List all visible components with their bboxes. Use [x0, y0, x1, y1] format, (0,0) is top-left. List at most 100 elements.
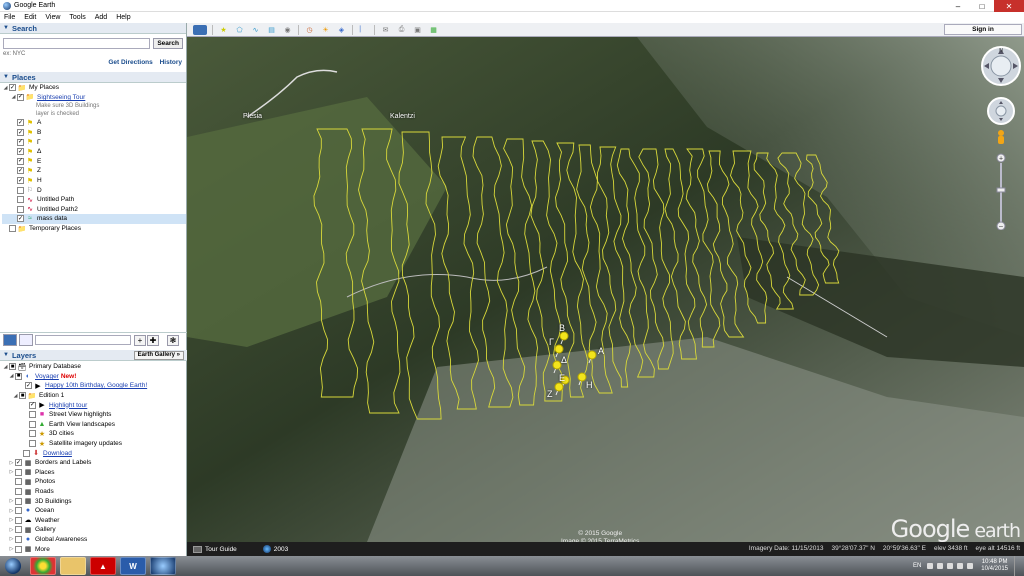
placemark-label-h[interactable]: H	[586, 380, 593, 390]
checkbox[interactable]: ✓	[17, 93, 24, 101]
tree-row-pin-e[interactable]: ✓ ⚑ E	[2, 157, 186, 167]
checkbox[interactable]: ✓	[15, 459, 22, 467]
historical-imagery-icon[interactable]: ◷	[304, 25, 315, 35]
place-label-plesia[interactable]: Plesia	[243, 113, 262, 120]
google-earth-taskbar-icon[interactable]	[150, 557, 176, 575]
checkbox[interactable]	[15, 478, 22, 486]
expand-icon[interactable]: ▷	[8, 546, 15, 552]
checkbox[interactable]	[17, 186, 24, 194]
checkbox[interactable]	[15, 488, 22, 496]
checkbox[interactable]	[15, 497, 22, 505]
tray-arrow-icon[interactable]	[927, 563, 934, 569]
folder-tools-button[interactable]: ❃	[167, 334, 179, 346]
layer-more[interactable]: ▷ ▦ More	[2, 544, 187, 554]
tree-row-pin-d2[interactable]: ⚐ D	[2, 185, 186, 195]
start-button[interactable]	[0, 556, 26, 576]
checkbox[interactable]: ■	[9, 363, 16, 371]
collapse-icon[interactable]: ◢	[2, 364, 9, 370]
checkbox[interactable]: ✓	[17, 177, 24, 185]
checkbox[interactable]	[15, 516, 22, 524]
layer-3d-buildings[interactable]: ▷ ▦ 3D Buildings	[2, 496, 187, 506]
checkbox[interactable]: ✓	[17, 129, 24, 137]
checkbox[interactable]: ■	[15, 372, 22, 380]
checkbox[interactable]: ✓	[17, 138, 24, 146]
placemark-label-e[interactable]: E	[559, 373, 565, 383]
menu-add[interactable]: Add	[95, 14, 107, 21]
flag-icon[interactable]	[937, 563, 944, 569]
historical-year[interactable]: 2003	[262, 545, 288, 553]
placemark-label-g[interactable]: Γ	[549, 337, 554, 347]
checkbox[interactable]	[15, 526, 22, 534]
menu-tools[interactable]: Tools	[69, 14, 85, 21]
expand-icon[interactable]: ▷	[8, 460, 15, 466]
record-tour-icon[interactable]: ◉	[282, 25, 293, 35]
tree-row-pin-h[interactable]: ✓ ⚑ H	[2, 176, 186, 186]
zoom-slider[interactable]: + –	[996, 153, 1006, 230]
tree-row-temporary-places[interactable]: 📁 Temporary Places	[2, 224, 186, 234]
layer-global-awareness[interactable]: ▷ ● Global Awareness	[2, 535, 187, 545]
checkbox[interactable]: ✓	[17, 157, 24, 165]
menu-edit[interactable]: Edit	[24, 14, 36, 21]
checkbox[interactable]	[29, 440, 36, 448]
show-desktop-button[interactable]	[1014, 556, 1020, 576]
toggle-panel-button[interactable]	[19, 334, 33, 346]
expand-icon[interactable]: ▷	[8, 469, 15, 475]
email-icon[interactable]: ✉	[380, 25, 391, 35]
layer-download[interactable]: ⬇ Download	[2, 448, 187, 458]
add-button[interactable]: +	[134, 334, 146, 346]
checkbox[interactable]: ■	[19, 392, 26, 400]
expand-icon[interactable]: ▷	[8, 508, 15, 514]
place-label-kalentzi[interactable]: Kalentzi	[390, 113, 415, 120]
checkbox[interactable]	[15, 535, 22, 543]
north-indicator[interactable]: N	[999, 48, 1003, 54]
layer-highlight-tour[interactable]: ✓ ▶ Highlight tour	[2, 400, 187, 410]
tree-row-my-places[interactable]: ◢ ✓ 📁 My Places	[2, 83, 186, 93]
menu-help[interactable]: Help	[116, 14, 130, 21]
checkbox[interactable]	[17, 196, 24, 204]
move-joystick[interactable]	[987, 97, 1015, 125]
view-in-maps-icon[interactable]: ▦	[428, 25, 439, 35]
layer-places[interactable]: ▷ ▦ Places	[2, 468, 187, 478]
add-path-icon[interactable]: ∿	[250, 25, 261, 35]
menu-file[interactable]: File	[4, 14, 15, 21]
checkbox[interactable]	[15, 507, 22, 515]
layer-photos[interactable]: ▦ Photos	[2, 477, 187, 487]
collapse-icon[interactable]: ◢	[10, 94, 17, 100]
layer-primary-database[interactable]: ◢ ■ 🗃 Primary Database	[2, 362, 187, 372]
chrome-taskbar-icon[interactable]	[30, 557, 56, 575]
satellite-map[interactable]: Plesia Kalentzi B Γ A Δ E H Z © 2015 Goo…	[187, 37, 1024, 545]
planets-icon[interactable]: ◈	[336, 25, 347, 35]
tree-row-pin-d[interactable]: ✓ ⚑ Δ	[2, 147, 186, 157]
checkbox[interactable]	[23, 449, 30, 457]
tree-row-mass-data[interactable]: ✓ ≈ mass data	[2, 214, 186, 224]
placemark-label-b[interactable]: B	[559, 323, 565, 333]
street-view-pegman-icon[interactable]	[998, 130, 1004, 144]
get-directions-link[interactable]: Get Directions	[108, 59, 152, 66]
collapse-icon[interactable]: ◢	[8, 373, 15, 379]
expand-icon[interactable]: ▷	[8, 527, 15, 533]
search-input[interactable]	[3, 38, 151, 49]
file-explorer-taskbar-icon[interactable]	[60, 557, 86, 575]
places-section-header[interactable]: ▼ Places	[0, 72, 186, 83]
move-button[interactable]: ✚	[147, 334, 159, 346]
checkbox[interactable]	[29, 430, 36, 438]
checkbox[interactable]: ✓	[17, 148, 24, 156]
add-overlay-icon[interactable]: ▤	[266, 25, 277, 35]
placemark-label-z[interactable]: Z	[547, 389, 553, 399]
layer-weather[interactable]: ▷ ☁ Weather	[2, 516, 187, 526]
checkbox[interactable]: ✓	[17, 119, 24, 127]
layer-earth-view-landscapes[interactable]: ▲ Earth View landscapes	[2, 420, 187, 430]
layer-3d-cities[interactable]: ★ 3D cities	[2, 429, 187, 439]
minimize-button[interactable]: –	[946, 0, 970, 12]
layer-satellite-imagery-updates[interactable]: ★ Satellite imagery updates	[2, 439, 187, 449]
checkbox[interactable]: ✓	[17, 167, 24, 175]
add-placemark-icon[interactable]: ★	[218, 25, 229, 35]
checkbox[interactable]	[29, 411, 36, 419]
layer-happy-birthday[interactable]: ✓ ▶ Happy 10th Birthday, Google Earth!	[2, 381, 187, 391]
ruler-icon[interactable]: ⎸	[358, 25, 369, 35]
checkbox[interactable]	[9, 225, 16, 233]
language-indicator[interactable]: EN	[913, 563, 921, 569]
maximize-button[interactable]: □	[970, 0, 994, 12]
clock[interactable]: 10:48 PM 10/4/2015	[981, 559, 1008, 573]
collapse-icon[interactable]: ◢	[12, 393, 19, 399]
